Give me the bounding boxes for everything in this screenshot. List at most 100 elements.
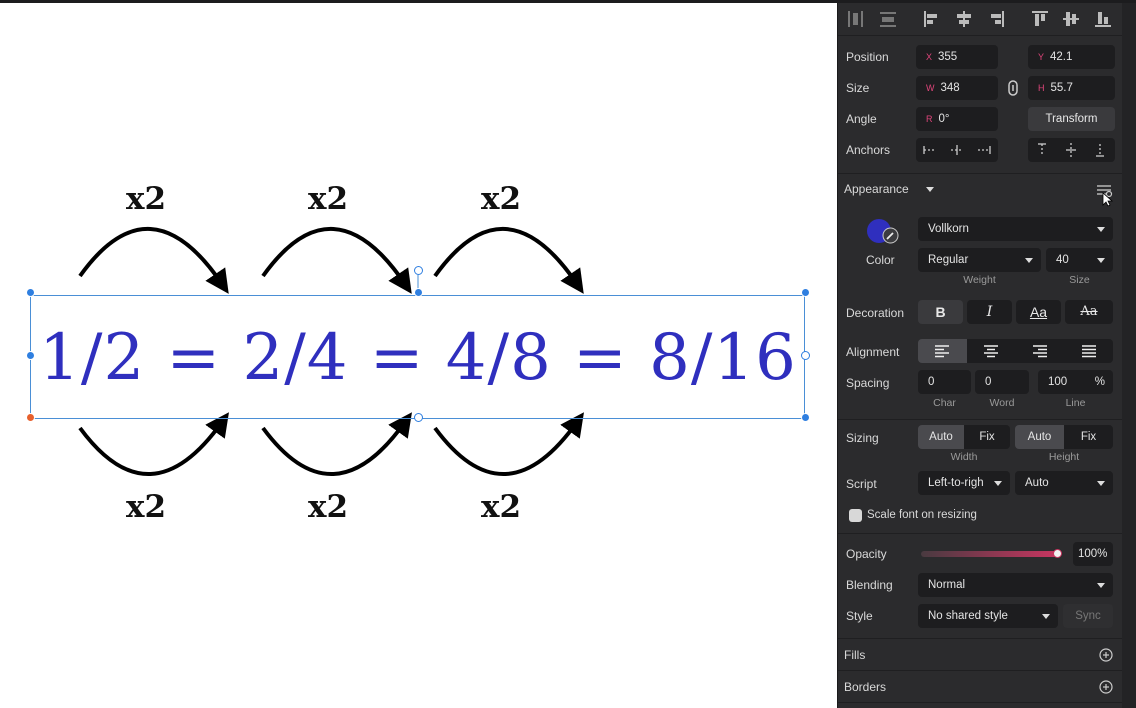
strikethrough-button[interactable]: Aa [1065,300,1113,324]
angle-field[interactable]: R 0° [916,107,998,131]
selection-box[interactable] [30,295,805,419]
resize-handle-bottom-right[interactable] [801,413,810,422]
angle-label: Angle [846,112,877,126]
curved-arrow-top-2 [261,226,412,294]
chevron-down-icon [1025,258,1033,263]
align-bottom-icon [1095,12,1111,27]
rotation-handle[interactable] [414,266,423,275]
size-caption: Size [1069,274,1090,286]
char-spacing-field[interactable]: 0 [918,370,971,394]
transform-button[interactable]: Transform [1028,107,1115,131]
width-auto-button[interactable]: Auto [918,425,964,449]
text-align-center-button[interactable] [966,339,1016,363]
alignment-label: Alignment [846,345,900,359]
anchor-horizontal-icons [923,145,991,155]
chevron-down-icon [1097,258,1105,263]
chevron-down-icon [1097,227,1105,232]
text-alignment-segmented [918,339,1113,363]
text-align-right-button[interactable] [1015,339,1065,363]
height-auto-button[interactable]: Auto [1015,425,1064,449]
resize-handle-bottom-left[interactable] [26,413,35,422]
appearance-dropdown-icon[interactable] [926,187,934,192]
align-middle-vertical-icon [1063,12,1079,26]
scale-font-label: Scale font on resizing [867,509,977,521]
position-y-field[interactable]: Y 42.1 [1028,45,1115,69]
font-weight-value: Regular [928,254,969,266]
sync-button[interactable]: Sync [1063,604,1113,628]
resize-handle-middle-right[interactable] [801,351,810,360]
anchor-horizontal-group[interactable] [916,138,998,162]
divider [838,35,1122,36]
design-canvas[interactable]: x2 x2 x2 x2 x2 x2 1/2 = 2/4 = 4/8 = 8/16 [0,3,837,708]
borders-label: Borders [844,680,887,694]
font-size-dropdown[interactable]: 40 [1046,248,1113,272]
opacity-slider-knob[interactable] [1053,549,1062,558]
divider [838,702,1122,703]
text-align-justify-button[interactable] [1064,339,1113,363]
shared-style-value: No shared style [928,610,1008,622]
chevron-down-icon [994,481,1002,486]
resize-handle-bottom-center[interactable] [414,413,423,422]
opacity-slider[interactable] [921,551,1058,557]
anchor-vertical-group[interactable] [1028,138,1115,162]
text-align-left-icon [935,345,950,358]
case-button[interactable]: Aa [1016,300,1061,324]
script-label: Script [846,477,877,491]
spacing-label: Spacing [846,376,890,390]
panel-scrollbar[interactable] [1122,3,1136,708]
lock-ratio-icon[interactable] [1006,80,1020,96]
align-left-icon [924,11,937,27]
appearance-label[interactable]: Appearance [844,182,909,196]
divider [838,670,1122,671]
text-align-justify-icon [1081,345,1096,358]
italic-button[interactable]: I [967,300,1012,324]
size-h-value: 55.7 [1050,82,1073,94]
angle-value: 0° [938,113,950,125]
opacity-slider-fill [921,551,1058,557]
line-spacing-value: 100 [1048,376,1068,388]
size-w-field[interactable]: W 348 [916,76,998,100]
size-h-field[interactable]: H 55.7 [1028,76,1115,100]
font-family-dropdown[interactable]: Vollkorn [918,217,1113,241]
blending-dropdown[interactable]: Normal [918,573,1113,597]
width-caption: Width [950,451,978,463]
opacity-label: Opacity [846,547,887,561]
curved-arrow-bottom-2 [261,412,412,476]
script-mode-value: Auto [1025,477,1049,489]
size-label: Size [846,81,870,95]
width-fix-button[interactable]: Fix [964,425,1010,449]
curved-arrow-bottom-1 [78,412,229,476]
resize-handle-top-center[interactable] [414,288,423,297]
text-align-center-icon [984,345,999,358]
add-border-icon[interactable] [1099,680,1113,694]
position-x-field[interactable]: X 355 [916,45,998,69]
char-caption: Char [933,397,956,409]
resize-handle-top-left[interactable] [26,288,35,297]
color-label: Color [866,253,895,267]
x-prefix: X [926,52,933,62]
text-direction-dropdown[interactable]: Left-to-righ [918,471,1010,495]
divider [838,173,1122,174]
opacity-field[interactable]: 100% [1073,542,1113,566]
text-options-icon[interactable] [1096,183,1114,207]
size-w-value: 348 [940,82,960,94]
height-fix-button[interactable]: Fix [1064,425,1113,449]
word-spacing-field[interactable]: 0 [975,370,1029,394]
add-fill-icon[interactable] [1099,648,1113,662]
resize-handle-middle-left[interactable] [26,351,35,360]
eyedropper-icon[interactable] [882,227,899,244]
font-family-value: Vollkorn [928,223,969,235]
bold-button[interactable]: B [918,300,963,324]
scale-font-checkbox[interactable] [849,509,862,522]
text-align-left-button[interactable] [918,339,967,363]
shared-style-dropdown[interactable]: No shared style [918,604,1058,628]
distribute-horizontal-icon [848,11,863,27]
resize-handle-top-right[interactable] [801,288,810,297]
script-mode-dropdown[interactable]: Auto [1015,471,1113,495]
align-right-icon [991,11,1004,27]
text-direction-value: Left-to-righ [928,477,984,489]
line-spacing-field[interactable]: 100% [1038,370,1113,394]
anchor-vertical-icons [1038,143,1104,157]
curved-arrow-top-3 [433,226,584,294]
font-weight-dropdown[interactable]: Regular [918,248,1041,272]
